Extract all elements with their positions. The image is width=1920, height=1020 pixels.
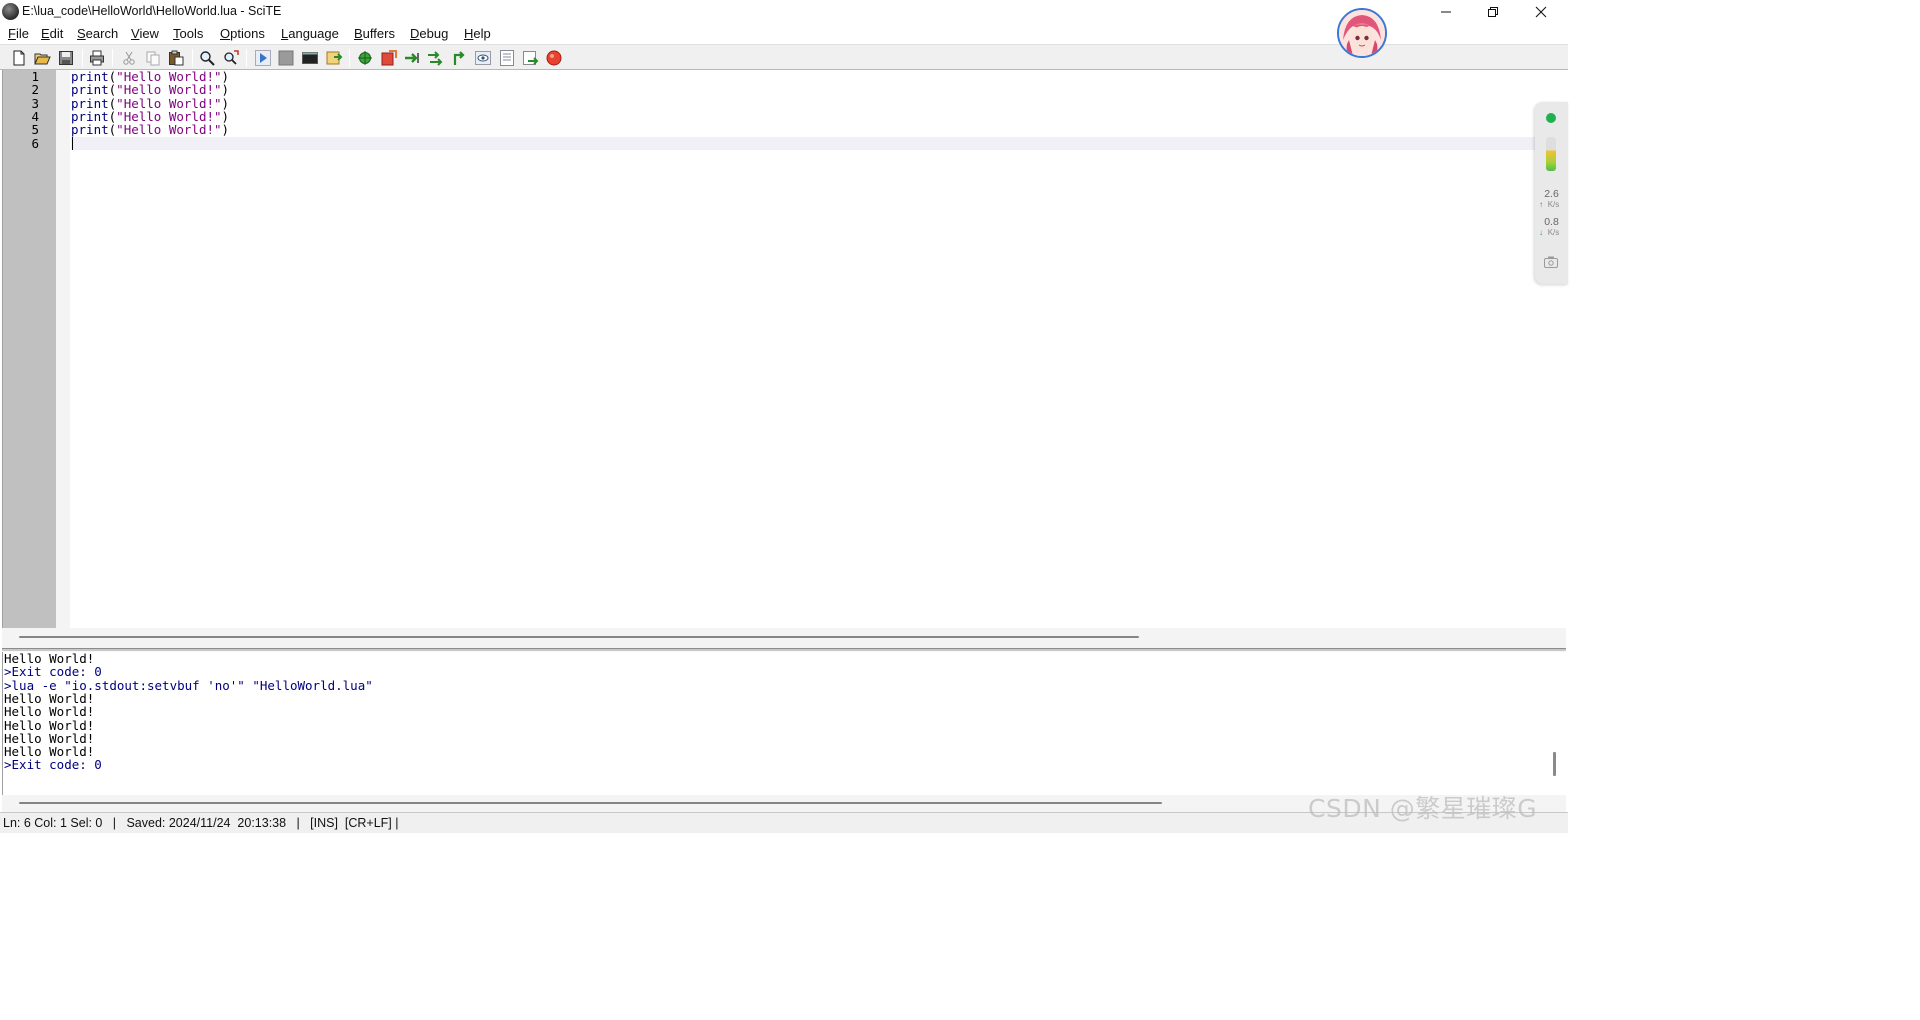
toolbar-separator bbox=[192, 49, 193, 67]
text-caret bbox=[72, 137, 73, 150]
line-number: 2 bbox=[31, 82, 39, 98]
console-icon[interactable] bbox=[301, 49, 319, 67]
watermark: CSDN @繁星璀璨G bbox=[1308, 794, 1538, 823]
line-number: 4 bbox=[31, 108, 39, 124]
close-icon[interactable] bbox=[1518, 0, 1564, 24]
output-line: Hello World! bbox=[4, 651, 95, 666]
status-dot-icon bbox=[1546, 113, 1556, 123]
download-speed: 0.8 bbox=[1544, 216, 1559, 228]
code-line[interactable]: print("Hello World!") bbox=[71, 110, 229, 123]
code-area[interactable]: print("Hello World!") print("Hello World… bbox=[71, 70, 1566, 628]
window-title: E:\lua_code\HelloWorld\HelloWorld.lua - … bbox=[22, 4, 282, 18]
output-line: Hello World! bbox=[4, 704, 95, 720]
menu-view[interactable]: View bbox=[131, 26, 159, 41]
open-icon[interactable] bbox=[33, 49, 51, 67]
save-icon[interactable] bbox=[57, 49, 75, 67]
build-icon[interactable] bbox=[325, 49, 343, 67]
toolbar-separator bbox=[112, 49, 113, 67]
upload-unit: K/s bbox=[1547, 200, 1560, 209]
editor-horizontal-scrollbar[interactable] bbox=[2, 628, 1566, 648]
menu-tools[interactable]: Tools bbox=[173, 26, 203, 41]
download-unit: K/s bbox=[1547, 228, 1560, 237]
title-bar: E:\lua_code\HelloWorld\HelloWorld.lua - … bbox=[0, 0, 1568, 24]
output-vertical-scrollbar[interactable] bbox=[1553, 752, 1556, 776]
menu-edit[interactable]: Edit bbox=[41, 26, 63, 41]
restore-icon[interactable] bbox=[1470, 0, 1516, 24]
toolbar-separator bbox=[246, 49, 247, 67]
network-speed-widget[interactable]: 2.6 ↑ K/s 0.8 ↓ K/s bbox=[1535, 102, 1568, 284]
menu-bar: File Edit Search View Tools Options Lang… bbox=[0, 24, 1568, 44]
line-number: 1 bbox=[31, 69, 39, 84]
scrollbar-thumb[interactable] bbox=[19, 636, 1139, 638]
breakpoint-icon[interactable] bbox=[380, 49, 398, 67]
run-icon[interactable] bbox=[254, 49, 272, 67]
output-line: >Exit code: 0 bbox=[4, 664, 102, 680]
avatar[interactable] bbox=[1337, 8, 1387, 58]
step-over-icon[interactable] bbox=[403, 49, 421, 67]
upload-speed: 2.6 bbox=[1544, 188, 1559, 200]
menu-search[interactable]: Search bbox=[77, 26, 118, 41]
output-line: Hello World! bbox=[4, 717, 95, 733]
menu-debug[interactable]: Debug bbox=[410, 26, 448, 41]
stop-icon[interactable] bbox=[277, 49, 295, 67]
scrollbar-thumb[interactable] bbox=[19, 802, 1162, 804]
status-text: Ln: 6 Col: 1 Sel: 0 | Saved: 2024/11/24 … bbox=[3, 816, 399, 830]
toolbar-separator bbox=[82, 49, 83, 67]
kill-icon[interactable] bbox=[545, 49, 563, 67]
fold-margin[interactable] bbox=[56, 70, 70, 628]
new-icon[interactable] bbox=[10, 49, 28, 67]
copy-icon[interactable] bbox=[144, 49, 162, 67]
paste-icon[interactable] bbox=[167, 49, 185, 67]
code-line[interactable]: print("Hello World!") bbox=[71, 83, 229, 96]
menu-help[interactable]: Help bbox=[464, 26, 491, 41]
line-number: 5 bbox=[31, 122, 39, 138]
menu-buffers[interactable]: Buffers bbox=[354, 26, 395, 41]
line-number: 6 bbox=[31, 135, 39, 151]
watch-icon[interactable] bbox=[474, 49, 492, 67]
menu-language[interactable]: Language bbox=[281, 26, 339, 41]
debug-bug-icon[interactable] bbox=[356, 49, 374, 67]
output-line: Hello World! bbox=[4, 744, 95, 760]
code-line[interactable]: print("Hello World!") bbox=[71, 96, 229, 110]
find-icon[interactable] bbox=[198, 49, 216, 67]
output-pane[interactable]: Hello World! >Exit code: 0 >lua -e "io.s… bbox=[2, 652, 1566, 795]
locals-icon[interactable] bbox=[498, 49, 516, 67]
camera-icon[interactable] bbox=[1544, 255, 1558, 273]
output-line: >lua -e "io.stdout:setvbuf 'no'" "HelloW… bbox=[4, 677, 373, 693]
output-line: Hello World! bbox=[4, 730, 95, 746]
step-into-icon[interactable] bbox=[426, 49, 444, 67]
cut-icon[interactable] bbox=[120, 49, 138, 67]
current-line-highlight bbox=[71, 136, 1566, 150]
code-line[interactable]: print("Hello World!") bbox=[71, 70, 229, 83]
menu-file[interactable]: File bbox=[8, 26, 29, 41]
toolbar-separator bbox=[349, 49, 350, 67]
print-icon[interactable] bbox=[88, 49, 106, 67]
output-line: Hello World! bbox=[4, 690, 95, 706]
output-line: >Exit code: 0 bbox=[4, 757, 102, 773]
minimize-icon[interactable] bbox=[1423, 0, 1469, 24]
go-icon[interactable] bbox=[521, 49, 539, 67]
scite-icon[interactable] bbox=[2, 3, 19, 20]
step-out-icon[interactable] bbox=[450, 49, 468, 67]
toolbar bbox=[0, 44, 1568, 70]
line-number-gutter: 1 2 3 4 5 6 bbox=[3, 70, 56, 628]
usage-bar bbox=[1546, 137, 1556, 171]
code-line[interactable]: print("Hello World!") bbox=[71, 123, 229, 136]
editor-pane[interactable]: 1 2 3 4 5 6 print("Hello World!") print(… bbox=[2, 70, 1566, 628]
line-number: 3 bbox=[31, 95, 39, 111]
menu-options[interactable]: Options bbox=[220, 26, 265, 41]
replace-icon[interactable] bbox=[222, 49, 240, 67]
